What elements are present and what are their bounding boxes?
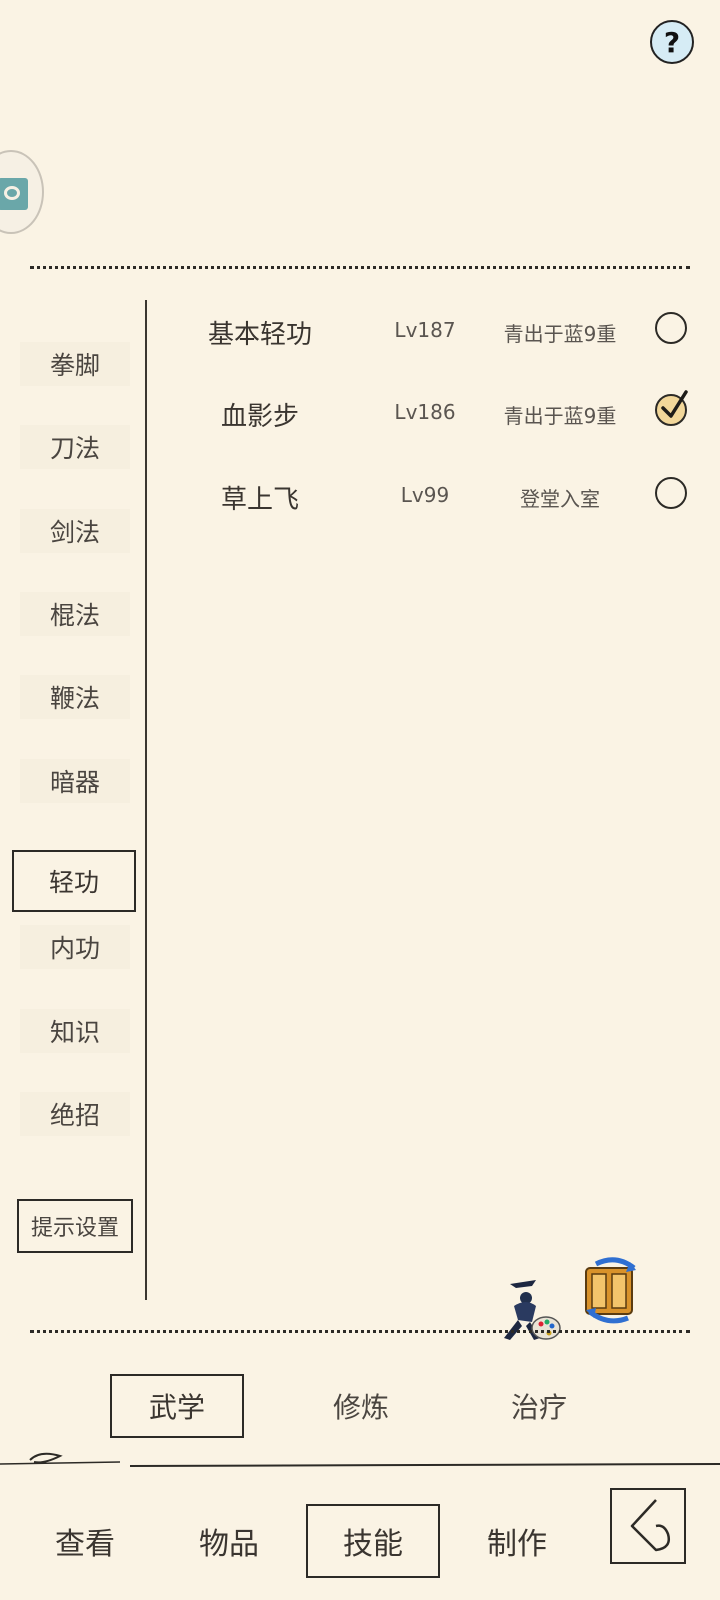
martial-artist-palette-icon[interactable] bbox=[492, 1276, 564, 1348]
back-button[interactable] bbox=[610, 1488, 686, 1564]
skill-row[interactable]: 草上飞 Lv99 登堂入室 bbox=[150, 469, 700, 519]
skill-level: Lv187 bbox=[394, 318, 456, 342]
skill-rank: 青出于蓝9重 bbox=[503, 404, 617, 428]
skill-checkbox[interactable] bbox=[655, 477, 687, 509]
category-neigong[interactable]: 内功 bbox=[20, 925, 130, 969]
nav-items[interactable]: 物品 bbox=[162, 1504, 296, 1578]
skill-checkbox[interactable] bbox=[655, 312, 687, 344]
category-juezhao[interactable]: 绝招 bbox=[20, 1092, 130, 1136]
category-gunfa[interactable]: 棍法 bbox=[20, 592, 130, 636]
checkmark-icon bbox=[661, 390, 688, 418]
help-button[interactable]: ? bbox=[650, 20, 694, 64]
back-arrow-icon bbox=[630, 1499, 670, 1552]
category-jianfa[interactable]: 剑法 bbox=[20, 509, 130, 553]
skill-name: 基本轻功 bbox=[207, 320, 312, 350]
category-daofa[interactable]: 刀法 bbox=[20, 425, 130, 469]
category-anqi[interactable]: 暗器 bbox=[20, 759, 130, 803]
category-qinggong[interactable]: 轻功 bbox=[12, 850, 136, 912]
help-label: ? bbox=[663, 25, 681, 59]
brush-stroke-divider bbox=[0, 1452, 720, 1467]
nav-view[interactable]: 查看 bbox=[18, 1504, 152, 1578]
side-badge-icon[interactable] bbox=[0, 150, 44, 234]
nav-craft[interactable]: 制作 bbox=[450, 1504, 584, 1578]
category-quanjiao[interactable]: 拳脚 bbox=[20, 342, 130, 386]
skill-checkbox[interactable] bbox=[655, 390, 688, 426]
menu-divider bbox=[145, 300, 147, 1300]
skill-name: 血影步 bbox=[220, 402, 299, 432]
subtab-xiulian[interactable]: 修炼 bbox=[294, 1374, 428, 1438]
skill-rank: 青出于蓝9重 bbox=[503, 322, 617, 346]
tips-settings-button[interactable]: 提示设置 bbox=[17, 1199, 133, 1253]
subtab-wuxue[interactable]: 武学 bbox=[110, 1374, 244, 1438]
nav-skills[interactable]: 技能 bbox=[306, 1504, 440, 1578]
skill-level: Lv99 bbox=[400, 483, 450, 507]
top-divider bbox=[30, 266, 690, 269]
category-zhishi[interactable]: 知识 bbox=[20, 1009, 130, 1053]
bottom-divider bbox=[30, 1330, 690, 1333]
category-bianfa[interactable]: 鞭法 bbox=[20, 675, 130, 719]
skill-row[interactable]: 血影步 Lv186 青出于蓝9重 bbox=[150, 386, 700, 436]
subtab-zhiliao[interactable]: 治疗 bbox=[472, 1374, 606, 1438]
skill-name: 草上飞 bbox=[220, 485, 299, 515]
scroll-swap-icon[interactable] bbox=[576, 1254, 648, 1326]
skill-level: Lv186 bbox=[394, 400, 456, 424]
skill-row[interactable]: 基本轻功 Lv187 青出于蓝9重 bbox=[150, 304, 700, 354]
skill-rank: 登堂入室 bbox=[520, 487, 600, 511]
